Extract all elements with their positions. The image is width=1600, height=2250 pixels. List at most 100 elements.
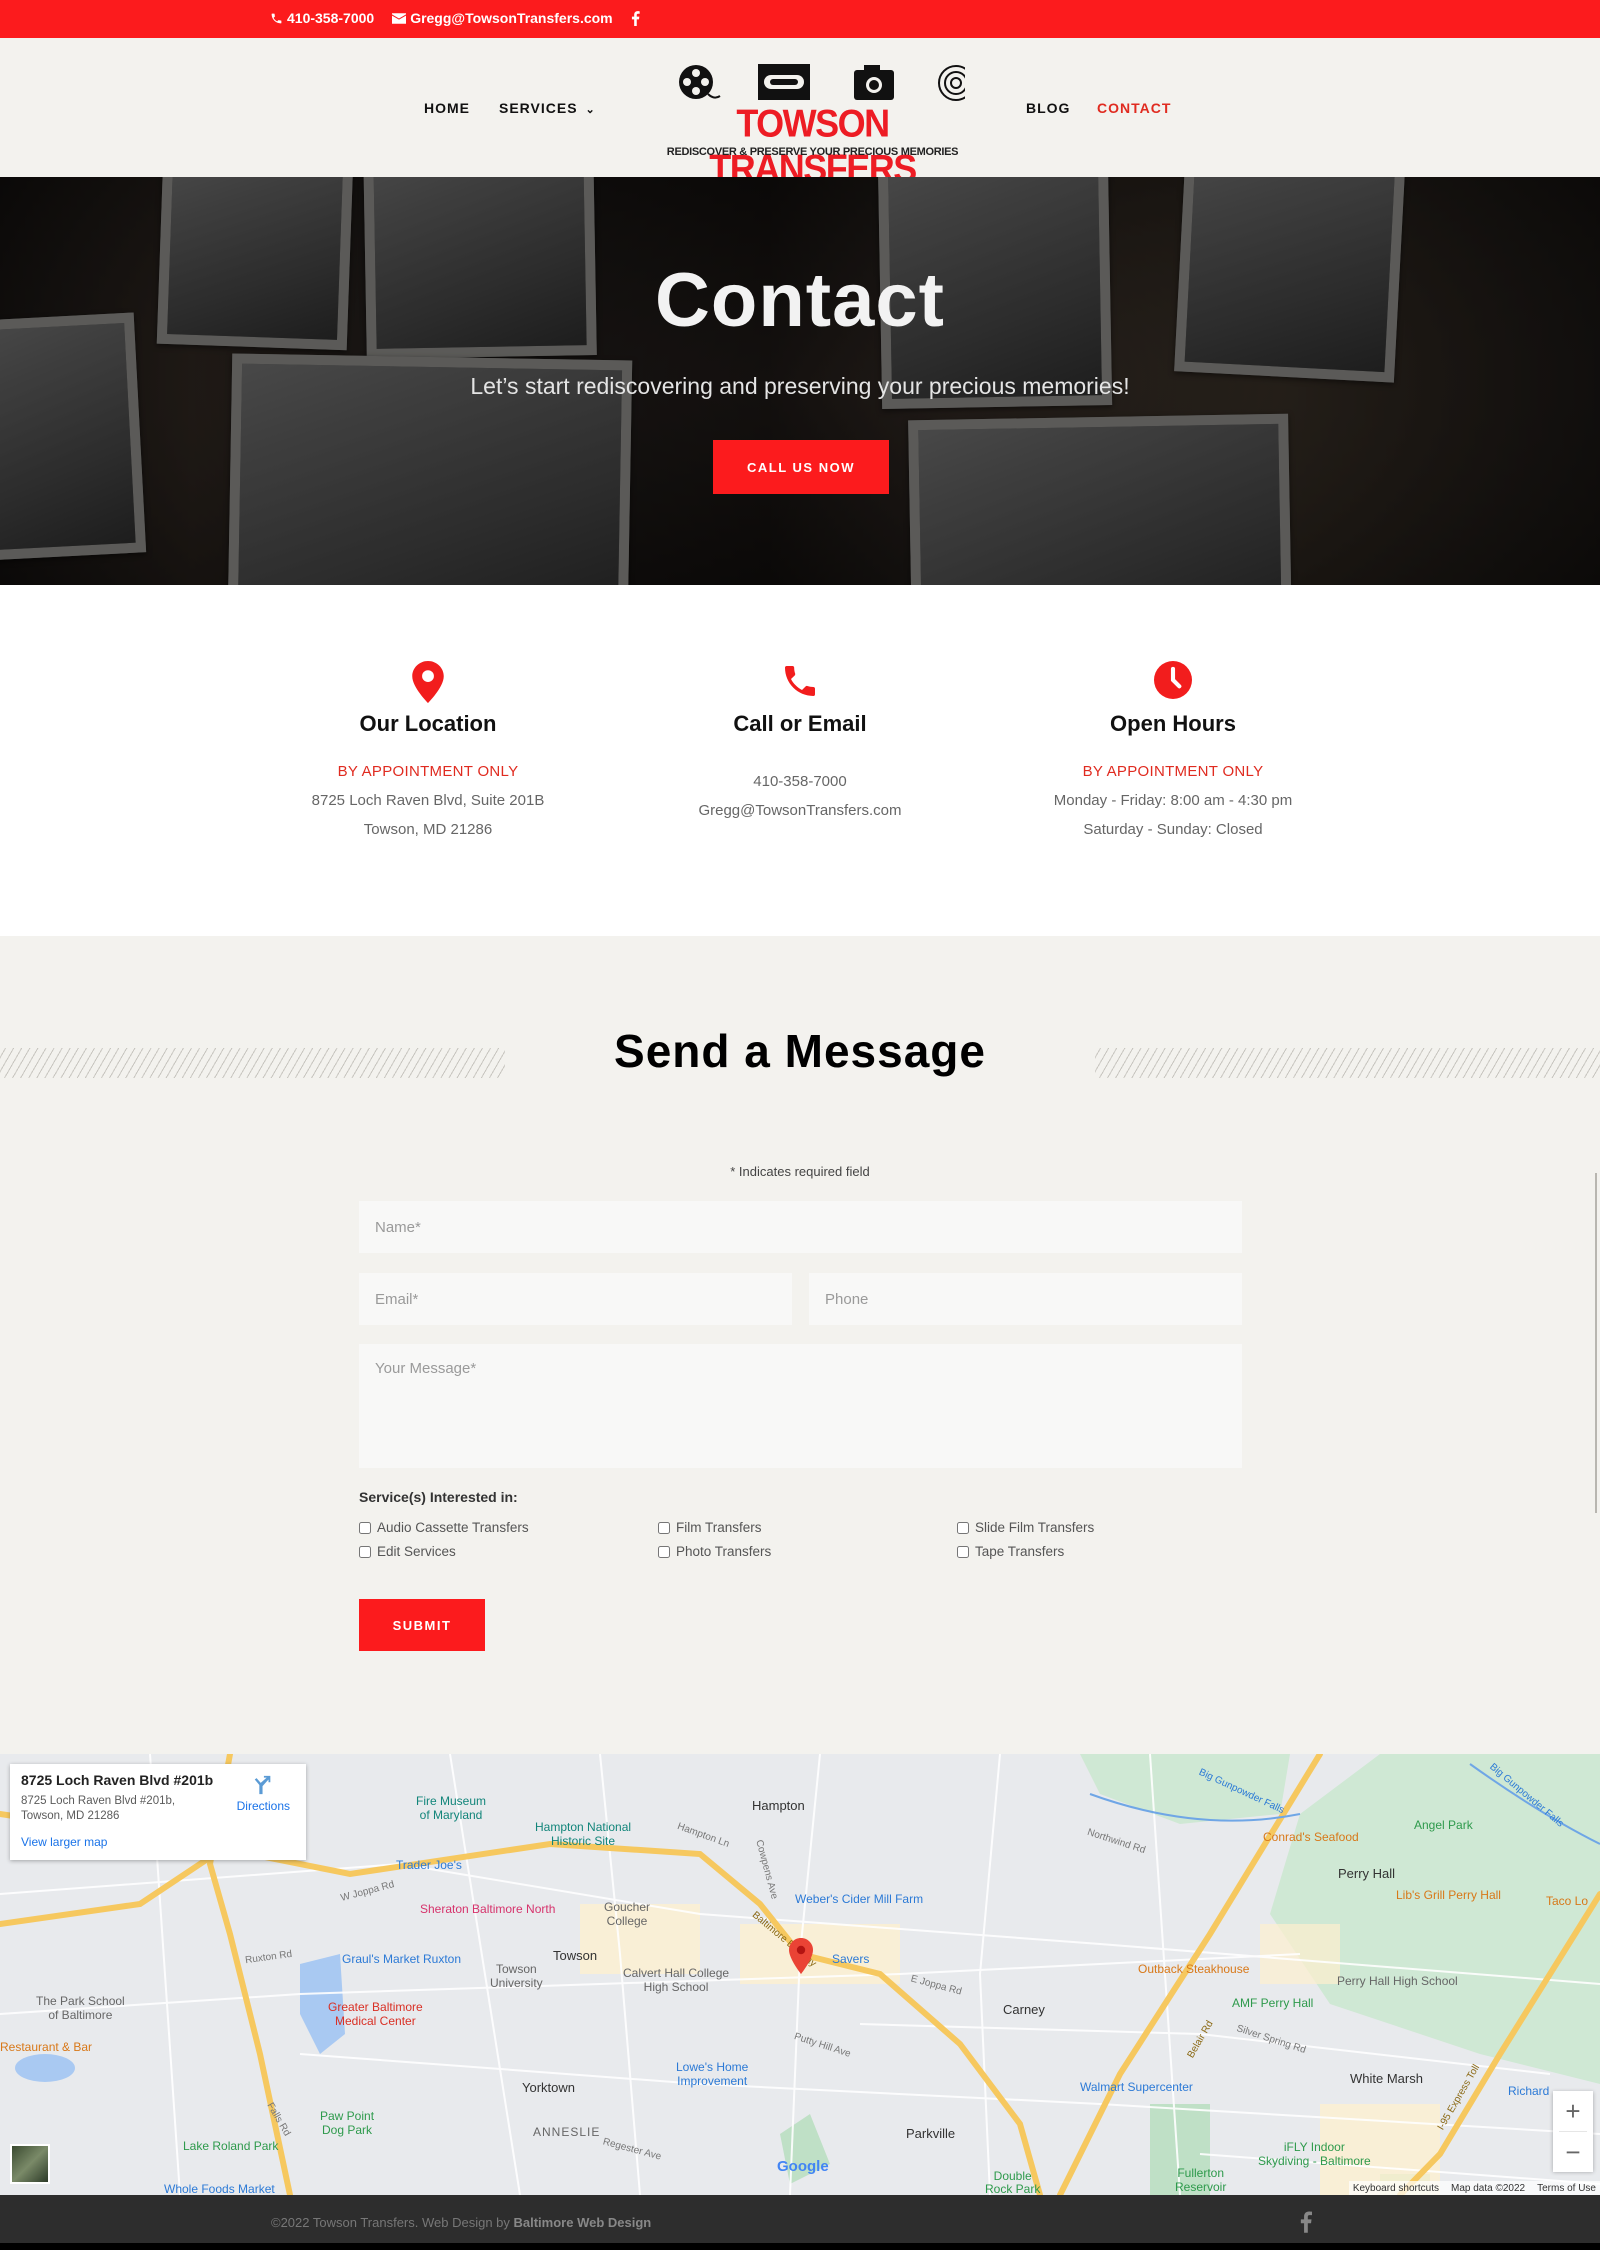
- map-card-address: 8725 Loch Raven Blvd #201b, Towson, MD 21…: [21, 1795, 176, 1822]
- checkbox-label: Film Transfers: [676, 1520, 762, 1535]
- map-data-text: Map data ©2022: [1451, 2182, 1526, 2194]
- nav-home[interactable]: HOME: [424, 100, 470, 116]
- blurb-line: 8725 Loch Raven Blvd, Suite 201B: [311, 792, 545, 809]
- top-bar: 410-358-7000 Gregg@TowsonTransfers.com: [0, 0, 1600, 38]
- blurb-highlight: BY APPOINTMENT ONLY: [337, 763, 519, 780]
- zoom-in-button[interactable]: +: [1553, 2091, 1593, 2131]
- checkbox[interactable]: [359, 1545, 371, 1558]
- phone-field[interactable]: [809, 1273, 1242, 1325]
- call-us-now-button[interactable]: CALL US NOW: [713, 440, 889, 494]
- topbar-phone-link[interactable]: 410-358-7000: [270, 10, 374, 26]
- service-checkbox-edit[interactable]: Edit Services: [359, 1544, 456, 1559]
- satellite-toggle[interactable]: [10, 2144, 50, 2184]
- cassette-icon: [758, 64, 810, 100]
- nav-blog[interactable]: BLOG: [1026, 100, 1070, 116]
- map-label: Graul's Market Ruxton: [342, 1952, 461, 1966]
- map-label: White Marsh: [1350, 2071, 1423, 2086]
- blurb-email[interactable]: Gregg@TowsonTransfers.com: [620, 796, 980, 825]
- camera-icon: [854, 65, 894, 100]
- map-label: iFLY Indoor Skydiving - Baltimore: [1258, 2140, 1371, 2168]
- phone-icon: [271, 13, 282, 23]
- map-label: Hampton National Historic Site: [535, 1820, 632, 1848]
- map-label: Lowe's Home Improvement: [676, 2060, 749, 2088]
- checkbox-label: Slide Film Transfers: [975, 1520, 1095, 1535]
- footer-facebook-link[interactable]: [1300, 2211, 1312, 2238]
- logo-tagline: REDISCOVER & PRESERVE YOUR PRECIOUS MEMO…: [666, 146, 959, 158]
- view-larger-map-link[interactable]: View larger map: [21, 1835, 107, 1849]
- map-label: Lib's Grill Perry Hall: [1396, 1888, 1501, 1902]
- topbar-email-link[interactable]: Gregg@TowsonTransfers.com: [392, 10, 613, 26]
- nav-contact[interactable]: CONTACT: [1097, 100, 1171, 116]
- checkbox[interactable]: [957, 1545, 969, 1558]
- map-label: Weber's Cider Mill Farm: [795, 1892, 924, 1906]
- directions-icon: [255, 1775, 271, 1795]
- designer-link[interactable]: Baltimore Web Design: [514, 2215, 652, 2230]
- keyboard-shortcuts-link[interactable]: Keyboard shortcuts: [1353, 2183, 1439, 2194]
- map-info-card: 8725 Loch Raven Blvd #201b 8725 Loch Rav…: [10, 1764, 306, 1860]
- scrollbar[interactable]: [1595, 1173, 1597, 1513]
- map-label: Outback Steakhouse: [1138, 1962, 1250, 1976]
- service-checkbox-photo[interactable]: Photo Transfers: [658, 1544, 771, 1559]
- checkbox-label: Audio Cassette Transfers: [377, 1520, 529, 1535]
- nav-services[interactable]: SERVICES ⌄: [499, 100, 596, 116]
- service-checkbox-tape[interactable]: Tape Transfers: [957, 1544, 1064, 1559]
- embedded-map[interactable]: Hampton Fire Museum of Maryland Hampton N…: [0, 1754, 1600, 2195]
- map-label: Hampton: [752, 1798, 805, 1813]
- facebook-icon: [631, 10, 640, 26]
- checkbox[interactable]: [957, 1521, 969, 1534]
- google-logo: Google: [777, 2158, 829, 2175]
- map-label: Double Rock Park: [985, 2169, 1041, 2196]
- footer-copyright: ©2022 Towson Transfers. Web Design by Ba…: [271, 2215, 651, 2230]
- terms-of-use-link[interactable]: Terms of Use: [1537, 2183, 1596, 2194]
- map-attribution: Keyboard shortcuts Map data ©2022 Terms …: [1348, 2181, 1600, 2195]
- map-label: Sheraton Baltimore North: [420, 1902, 556, 1916]
- checkbox[interactable]: [658, 1545, 670, 1558]
- disc-icon: [938, 65, 965, 101]
- phone-icon: [785, 666, 815, 696]
- copyright-text: ©2022 Towson Transfers. Web Design by: [271, 2215, 514, 2230]
- blurb-phone[interactable]: 410-358-7000: [620, 767, 980, 796]
- map-label: Towson University: [490, 1962, 543, 1990]
- map-pin-icon: [412, 661, 444, 703]
- map-label: Goucher College: [604, 1900, 651, 1928]
- map-label: Fire Museum of Maryland: [416, 1794, 487, 1822]
- required-note: * Indicates required field: [730, 1164, 870, 1179]
- map-label: Paw Point Dog Park: [320, 2109, 375, 2137]
- site-logo[interactable]: TOWSON TRANSFERS REDISCOVER & PRESERVE Y…: [645, 62, 980, 190]
- map-label: Perry Hall: [1338, 1866, 1396, 1881]
- location-marker-icon[interactable]: [789, 1938, 813, 1974]
- submit-button[interactable]: SUBMIT: [359, 1599, 485, 1651]
- topbar-facebook-link[interactable]: [631, 10, 640, 26]
- hero-section: Contact Let’s start rediscovering and pr…: [0, 177, 1600, 585]
- directions-link[interactable]: Directions: [237, 1774, 290, 1813]
- map-label: Perry Hall High School: [1337, 1974, 1458, 1988]
- map-label: Savers: [832, 1952, 870, 1966]
- map-label: Fullerton Reservoir: [1175, 2166, 1227, 2194]
- message-field[interactable]: [359, 1344, 1242, 1468]
- map-label: Trader Joe's: [396, 1858, 462, 1872]
- blurb-line: Saturday - Sunday: Closed: [1083, 821, 1263, 838]
- footer-bottom-bar: [0, 2243, 1600, 2250]
- service-checkbox-slide-film[interactable]: Slide Film Transfers: [957, 1520, 1094, 1535]
- blurb-title: Open Hours: [1110, 711, 1236, 736]
- checkbox[interactable]: [359, 1521, 371, 1534]
- checkbox-label: Photo Transfers: [676, 1544, 772, 1559]
- map-label: Lake Roland Park: [183, 2139, 279, 2153]
- blurb-highlight: BY APPOINTMENT ONLY: [1082, 763, 1264, 780]
- map-label: Conrad's Seafood: [1263, 1830, 1359, 1844]
- directions-label: Directions: [236, 1799, 290, 1813]
- site-header: HOME SERVICES ⌄ TOWSON TRANSFERS REDISCO…: [0, 38, 1600, 190]
- envelope-icon: [392, 12, 407, 24]
- chevron-down-icon: ⌄: [585, 104, 596, 116]
- map-label: Richard: [1508, 2084, 1550, 2098]
- blurb-location: Our Location BY APPOINTMENT ONLY 8725 Lo…: [248, 661, 608, 844]
- service-checkbox-film[interactable]: Film Transfers: [658, 1520, 762, 1535]
- facebook-icon: [1300, 2211, 1312, 2233]
- checkbox[interactable]: [658, 1521, 670, 1534]
- hero-subtitle: Let’s start rediscovering and preserving…: [470, 373, 1130, 399]
- name-field[interactable]: [359, 1201, 1242, 1253]
- clock-icon: [1154, 661, 1192, 699]
- email-field[interactable]: [359, 1273, 792, 1325]
- service-checkbox-audio-cassette[interactable]: Audio Cassette Transfers: [359, 1520, 529, 1535]
- zoom-out-button[interactable]: −: [1553, 2132, 1593, 2172]
